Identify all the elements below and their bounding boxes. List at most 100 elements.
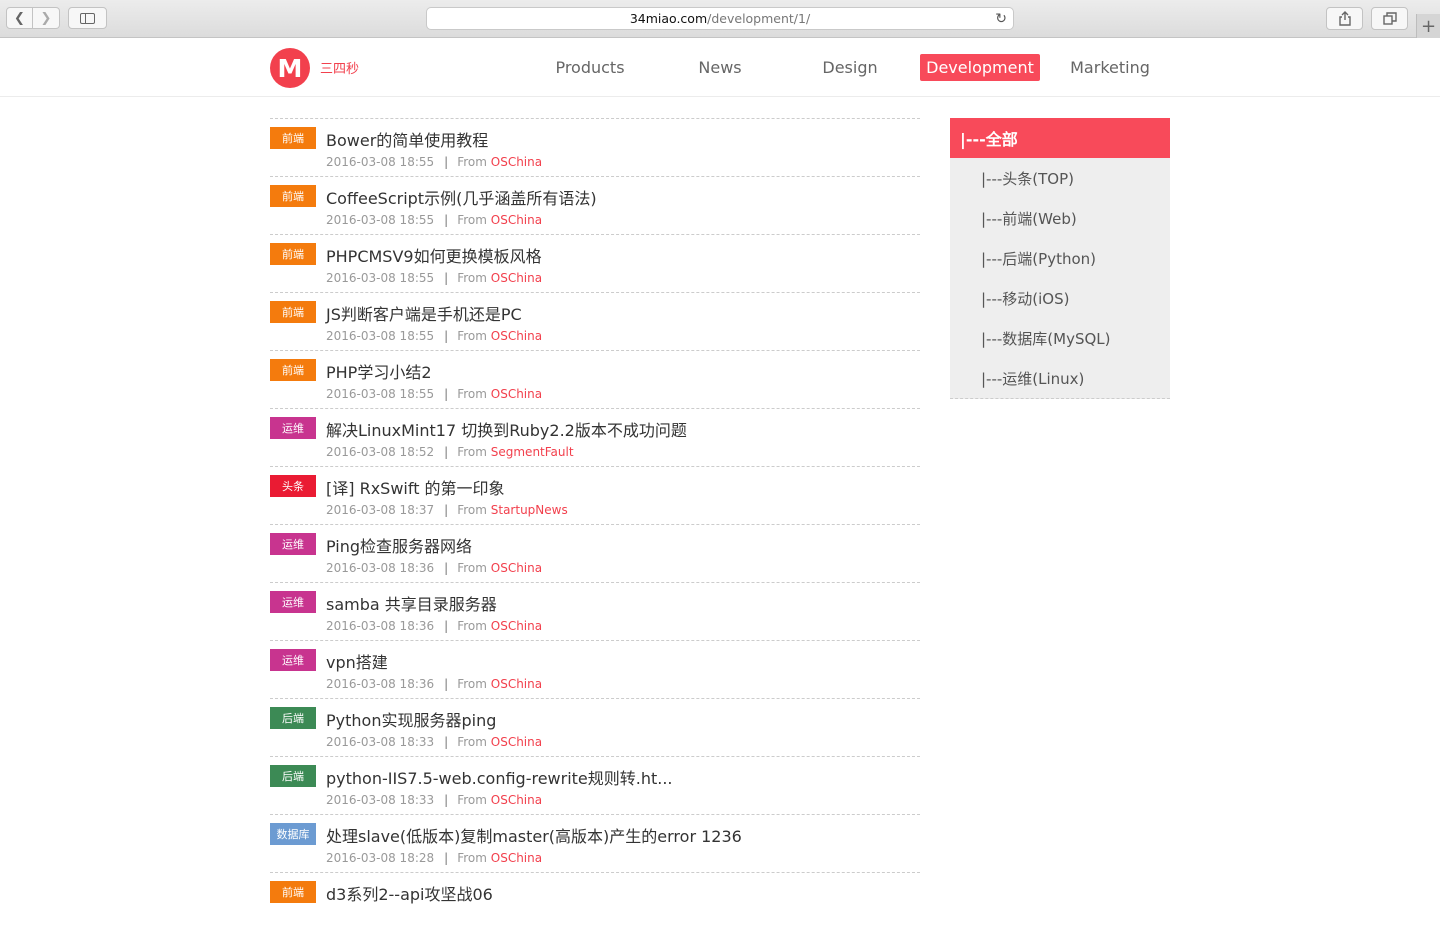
category-linux[interactable]: |---运维(Linux)	[950, 358, 1170, 398]
list-item: 前端 d3系列2--api攻坚战06	[270, 872, 920, 930]
article-title[interactable]: samba 共享目录服务器	[326, 591, 497, 615]
category-badge[interactable]: 运维	[270, 591, 316, 613]
back-button[interactable]: ❮	[6, 7, 33, 29]
category-badge[interactable]: 运维	[270, 533, 316, 555]
article-title[interactable]: PHP学习小结2	[326, 359, 432, 383]
article-title[interactable]: JS判断客户端是手机还是PC	[326, 301, 522, 325]
article-source[interactable]: OSChina	[491, 619, 542, 633]
category-badge[interactable]: 前端	[270, 185, 316, 207]
from-label: From	[457, 851, 487, 865]
chevron-right-icon: ❯	[40, 10, 52, 26]
logo[interactable]: M	[270, 48, 310, 88]
article-title[interactable]: PHPCMSV9如何更换模板风格	[326, 243, 542, 267]
article-title[interactable]: [译] RxSwift 的第一印象	[326, 475, 505, 499]
article-source[interactable]: OSChina	[491, 329, 542, 343]
article-source[interactable]: OSChina	[491, 387, 542, 401]
category-badge[interactable]: 数据库	[270, 823, 316, 845]
category-badge[interactable]: 运维	[270, 417, 316, 439]
category-all[interactable]: |---全部	[950, 118, 1170, 158]
article-source[interactable]: SegmentFault	[491, 445, 574, 459]
article-title[interactable]: Ping检查服务器网络	[326, 533, 472, 557]
article-meta: 2016-03-08 18:55 | From OSChina	[326, 387, 542, 401]
article-title[interactable]: python-IIS7.5-web.config-rewrite规则转.ht..…	[326, 765, 673, 789]
article-date: 2016-03-08 18:55	[326, 329, 435, 343]
article-source[interactable]: OSChina	[491, 851, 542, 865]
article-title[interactable]: 解决LinuxMint17 切换到Ruby2.2版本不成功问题	[326, 417, 687, 441]
from-label: From	[457, 561, 487, 575]
article-title[interactable]: d3系列2--api攻坚战06	[326, 881, 493, 905]
article-date: 2016-03-08 18:52	[326, 445, 435, 459]
sidebar-toggle-button[interactable]	[68, 7, 107, 29]
from-label: From	[457, 155, 487, 169]
nav-marketing[interactable]: Marketing	[1045, 52, 1175, 82]
nav-label: News	[698, 57, 742, 77]
category-badge[interactable]: 运维	[270, 649, 316, 671]
category-ios[interactable]: |---移动(iOS)	[950, 278, 1170, 318]
article-source[interactable]: OSChina	[491, 677, 542, 691]
article-title[interactable]: Python实现服务器ping	[326, 707, 496, 731]
article-source[interactable]: OSChina	[491, 271, 542, 285]
article-date: 2016-03-08 18:33	[326, 735, 435, 749]
nav-products[interactable]: Products	[525, 52, 655, 82]
nav-design[interactable]: Design	[785, 52, 915, 82]
share-button[interactable]	[1326, 7, 1363, 30]
category-badge[interactable]: 前端	[270, 243, 316, 265]
category-mysql[interactable]: |---数据库(MySQL)	[950, 318, 1170, 358]
article-date: 2016-03-08 18:28	[326, 851, 435, 865]
from-label: From	[457, 735, 487, 749]
reload-icon[interactable]: ↻	[995, 11, 1007, 27]
from-label: From	[457, 619, 487, 633]
list-item: 前端 PHP学习小结2 2016-03-08 18:55 | From OSChin…	[270, 350, 920, 408]
article-title[interactable]: vpn搭建	[326, 649, 388, 673]
list-item: 运维 samba 共享目录服务器 2016-03-08 18:36 | From O…	[270, 582, 920, 640]
category-badge[interactable]: 头条	[270, 475, 316, 497]
forward-button[interactable]: ❯	[33, 7, 60, 29]
article-source[interactable]: OSChina	[491, 561, 542, 575]
category-badge[interactable]: 后端	[270, 707, 316, 729]
meta-separator: |	[444, 503, 449, 517]
meta-separator: |	[444, 445, 449, 459]
article-source[interactable]: OSChina	[491, 793, 542, 807]
meta-separator: |	[444, 619, 449, 633]
chevron-left-icon: ❮	[14, 10, 25, 26]
article-title[interactable]: 处理slave(低版本)复制master(高版本)产生的error 1236	[326, 823, 742, 847]
article-date: 2016-03-08 18:36	[326, 561, 435, 575]
meta-separator: |	[444, 329, 449, 343]
nav-news[interactable]: News	[655, 52, 785, 82]
article-date: 2016-03-08 18:55	[326, 387, 435, 401]
category-badge[interactable]: 后端	[270, 765, 316, 787]
logo-text[interactable]: 三四秒	[320, 58, 359, 77]
show-tabs-button[interactable]	[1371, 7, 1408, 30]
article-meta: 2016-03-08 18:55 | From OSChina	[326, 213, 542, 227]
category-badge[interactable]: 前端	[270, 359, 316, 381]
sidebar-icon	[80, 12, 95, 24]
article-date: 2016-03-08 18:36	[326, 619, 435, 633]
main-nav: Products News Design Development Marketi…	[525, 52, 1175, 82]
article-date: 2016-03-08 18:33	[326, 793, 435, 807]
category-badge[interactable]: 前端	[270, 301, 316, 323]
category-top[interactable]: |---头条(TOP)	[950, 158, 1170, 198]
article-source[interactable]: OSChina	[491, 155, 542, 169]
list-item: 前端 PHPCMSV9如何更换模板风格 2016-03-08 18:55 | Fro…	[270, 234, 920, 292]
from-label: From	[457, 445, 487, 459]
article-source[interactable]: OSChina	[491, 213, 542, 227]
history-buttons: ❮ ❯	[6, 7, 60, 29]
article-title[interactable]: Bower的简单使用教程	[326, 127, 488, 151]
article-title[interactable]: CoffeeScript示例(几乎涵盖所有语法)	[326, 185, 597, 209]
address-bar[interactable]: 34miao.com/development/1/ ↻	[426, 7, 1014, 30]
category-web[interactable]: |---前端(Web)	[950, 198, 1170, 238]
list-item: 运维 Ping检查服务器网络 2016-03-08 18:36 | From OSC…	[270, 524, 920, 582]
article-source[interactable]: OSChina	[491, 735, 542, 749]
new-tab-button[interactable]: +	[1416, 14, 1440, 38]
category-badge[interactable]: 前端	[270, 127, 316, 149]
nav-development[interactable]: Development	[915, 52, 1045, 82]
article-meta: 2016-03-08 18:36 | From OSChina	[326, 677, 542, 691]
category-python[interactable]: |---后端(Python)	[950, 238, 1170, 278]
nav-label: Design	[822, 57, 878, 77]
article-meta: 2016-03-08 18:28 | From OSChina	[326, 851, 542, 865]
article-date: 2016-03-08 18:55	[326, 155, 435, 169]
article-source[interactable]: StartupNews	[491, 503, 568, 517]
meta-separator: |	[444, 387, 449, 401]
url-path: /development/1/	[707, 11, 811, 26]
meta-separator: |	[444, 793, 449, 807]
